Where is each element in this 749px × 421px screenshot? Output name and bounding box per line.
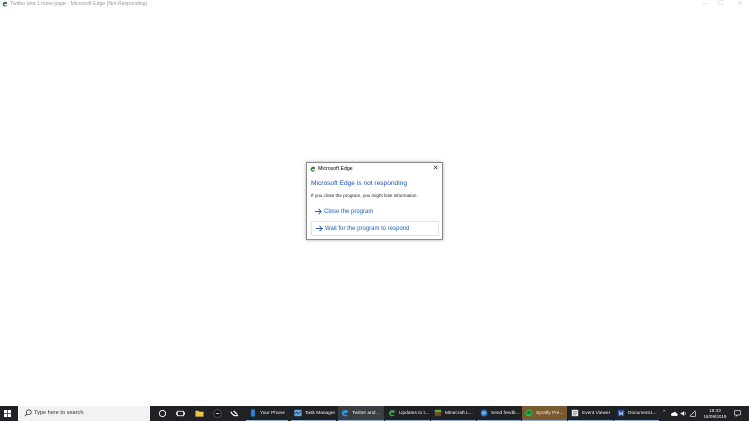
taskbar-app-updates-edge[interactable]: Updates to t... (385, 406, 430, 421)
feedback-icon (480, 409, 488, 417)
search-icon (24, 409, 32, 417)
minecraft-icon (434, 409, 442, 417)
taskbar-app-spotify[interactable]: Spotify Pre... (522, 406, 567, 421)
minimize-button[interactable]: — (698, 0, 712, 9)
window-title: Twitter and 1 more page - Microsoft Edge… (10, 1, 148, 7)
network-icon[interactable] (689, 410, 696, 417)
taskbar-app-label: Twitter and ... (352, 411, 381, 416)
taskbar-app-your-phone[interactable]: Your Phone (246, 406, 288, 421)
taskbar-search-box[interactable]: Type here to search (18, 406, 150, 421)
taskbar-app-label: Document1... (628, 411, 657, 416)
clock-date: 18/09/2019 (703, 413, 727, 419)
windows-start-icon[interactable] (4, 410, 11, 417)
file-explorer-icon[interactable] (195, 409, 204, 418)
taskbar-app-send-feedback[interactable]: Send feedb... (477, 406, 521, 421)
volume-icon[interactable] (680, 410, 687, 417)
taskbar-app-label: Event Viewer (582, 411, 611, 416)
task-manager-icon (294, 409, 302, 417)
taskbar-app-label: Minecraft L... (445, 411, 473, 416)
window-title-bar[interactable]: Twitter and 1 more page - Microsoft Edge… (0, 0, 749, 9)
arrow-right-icon (315, 225, 323, 232)
spotify-icon (525, 409, 533, 417)
taskbar: Type here to search Your Phone Task Mana… (0, 406, 749, 421)
search-placeholder: Type here to search (34, 410, 84, 416)
taskbar-app-label: Task Manager (305, 411, 336, 416)
edge-icon (310, 166, 316, 172)
cortana-icon[interactable] (158, 409, 167, 418)
app-circle-icon[interactable] (213, 409, 222, 418)
maximize-button[interactable]: ☐ (714, 0, 728, 9)
dialog-heading: Microsoft Edge is not responding (311, 180, 408, 187)
event-viewer-icon (571, 409, 579, 417)
dialog-message: If you close the program, you might lose… (311, 193, 418, 198)
not-responding-dialog: Microsoft Edge ✕ Microsoft Edge is not r… (306, 162, 443, 240)
taskbar-app-word-document[interactable]: Document1... (614, 406, 659, 421)
taskbar-app-label: Your Phone (260, 411, 285, 416)
word-icon (617, 409, 625, 417)
dialog-title: Microsoft Edge (318, 166, 353, 172)
system-clock[interactable]: 18:33 18/09/2019 (696, 408, 734, 419)
close-program-label: Close the program (324, 209, 374, 215)
taskbar-app-twitter-edge[interactable]: Twitter and ... (338, 406, 384, 421)
arrow-right-icon (314, 208, 322, 215)
taskbar-app-task-manager[interactable]: Task Manager (291, 406, 336, 421)
your-phone-icon (251, 409, 255, 417)
dialog-close-button[interactable]: ✕ (431, 164, 440, 173)
close-program-option[interactable]: Close the program (311, 205, 439, 220)
taskbar-app-label: Updates to t... (399, 411, 429, 416)
window-close-button[interactable]: ✕ (733, 0, 747, 9)
chevron-up-icon[interactable]: ⌃ (662, 406, 667, 421)
steam-icon[interactable] (230, 409, 239, 418)
taskbar-app-minecraft[interactable]: Minecraft L... (431, 406, 476, 421)
wait-program-label: Wait for the program to respond (325, 226, 410, 232)
onedrive-cloud-icon[interactable] (670, 410, 678, 417)
edge-icon (2, 1, 8, 7)
taskbar-app-event-viewer[interactable]: Event Viewer (568, 406, 613, 421)
wait-program-option[interactable]: Wait for the program to respond (311, 221, 439, 236)
taskbar-app-label: Spotify Pre... (536, 411, 564, 416)
edge-icon (388, 409, 396, 417)
taskbar-app-label: Send feedb... (491, 411, 520, 416)
edge-icon (341, 409, 349, 417)
task-view-icon[interactable] (176, 409, 185, 418)
action-center-icon[interactable] (734, 410, 741, 417)
